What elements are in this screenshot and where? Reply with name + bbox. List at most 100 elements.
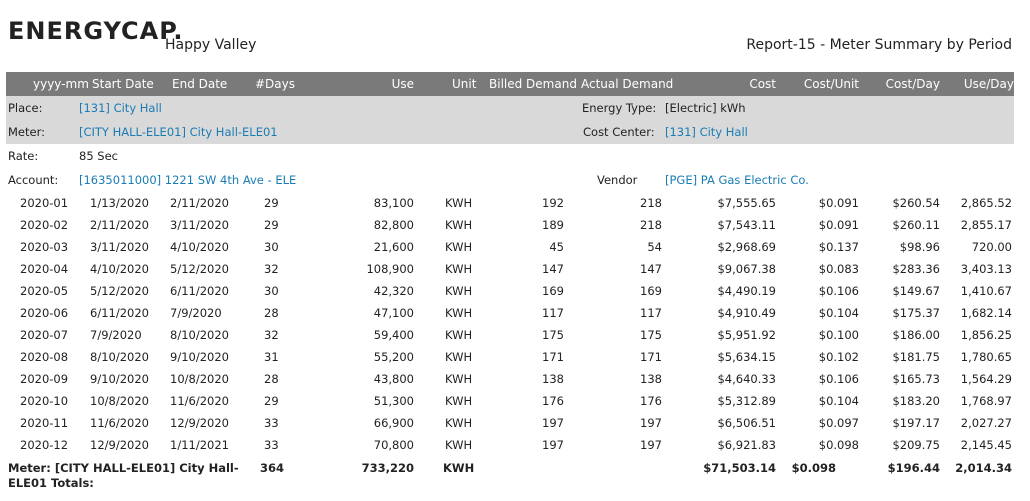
cell-use-day: 1,780.65 (960, 350, 1012, 364)
cell-end-date: 5/12/2020 (170, 262, 229, 276)
cell-use: 21,600 (373, 240, 414, 254)
cell-cost-unit: $0.098 (818, 438, 859, 452)
cell-days: 31 (264, 350, 279, 364)
cell-use-day: 1,410.67 (960, 284, 1012, 298)
cell-days: 32 (264, 328, 279, 342)
cell-cost: $4,640.33 (717, 372, 776, 386)
table-row: 2020-08 8/10/2020 9/10/2020 31 55,200 KWH 171 1… (6, 346, 1014, 368)
cell-cost-day: $149.67 (892, 284, 940, 298)
cell-use-day: 2,145.45 (960, 438, 1012, 452)
cell-use: 51,300 (373, 394, 414, 408)
table-row: 2020-03 3/11/2020 4/10/2020 30 21,600 KWH 45 54… (6, 236, 1014, 258)
cell-billed-demand: 171 (542, 350, 564, 364)
table-row: 2020-05 5/12/2020 6/11/2020 30 42,320 KWH 169 1… (6, 280, 1014, 302)
cell-use-day: 1,682.14 (960, 306, 1012, 320)
totals-row: Meter: [CITY HALL-ELE01] City Hall- ELE0… (6, 459, 1014, 495)
totals-cost: $71,503.14 (703, 461, 776, 475)
cell-unit: KWH (445, 284, 473, 298)
cell-days: 28 (264, 306, 279, 320)
cell-cost-day: $165.73 (892, 372, 940, 386)
cell-actual-demand: 171 (640, 350, 662, 364)
vendor-label: Vendor (597, 173, 638, 187)
rate-label: Rate: (8, 149, 39, 163)
cell-use: 47,100 (373, 306, 414, 320)
totals-use-day: 2,014.34 (955, 461, 1012, 475)
cell-cost-day: $98.96 (899, 240, 940, 254)
cell-cost-unit: $0.102 (818, 350, 859, 364)
cell-use: 59,400 (373, 328, 414, 342)
meter-link[interactable]: [CITY HALL-ELE01] City Hall-ELE01 (79, 125, 278, 139)
cell-start-date: 6/11/2020 (90, 306, 149, 320)
cell-days: 29 (264, 218, 279, 232)
table-row: 2020-12 12/9/2020 1/11/2021 33 70,800 KWH 197 1… (6, 434, 1014, 456)
cell-unit: KWH (445, 218, 473, 232)
cell-use: 82,800 (373, 218, 414, 232)
cell-period: 2020-04 (20, 262, 69, 276)
cell-unit: KWH (445, 372, 473, 386)
cell-unit: KWH (445, 240, 473, 254)
vendor-link[interactable]: [PGE] PA Gas Electric Co. (665, 173, 809, 187)
cell-days: 32 (264, 262, 279, 276)
cell-use-day: 720.00 (971, 240, 1012, 254)
cell-actual-demand: 197 (640, 438, 662, 452)
cell-period: 2020-01 (20, 196, 69, 210)
cell-start-date: 9/10/2020 (90, 372, 149, 386)
cell-cost: $5,312.89 (717, 394, 776, 408)
col-unit: Unit (452, 77, 477, 91)
account-link[interactable]: [1635011000] 1221 SW 4th Ave - ELE (79, 173, 296, 187)
table-row: 2020-09 9/10/2020 10/8/2020 28 43,800 KWH 138 1… (6, 368, 1014, 390)
organization-name: Happy Valley (165, 37, 257, 53)
cell-start-date: 8/10/2020 (90, 350, 149, 364)
cell-billed-demand: 117 (542, 306, 564, 320)
cell-use-day: 2,027.27 (960, 416, 1012, 430)
cell-start-date: 3/11/2020 (90, 240, 149, 254)
cell-billed-demand: 189 (542, 218, 564, 232)
cell-cost-unit: $0.097 (818, 416, 859, 430)
cell-days: 30 (264, 284, 279, 298)
cell-cost-day: $183.20 (892, 394, 940, 408)
cell-billed-demand: 176 (542, 394, 564, 408)
cell-days: 30 (264, 240, 279, 254)
cell-use-day: 2,865.52 (960, 196, 1012, 210)
cell-period: 2020-09 (20, 372, 69, 386)
table-row: 2020-01 1/13/2020 2/11/2020 29 83,100 KWH 192 2… (6, 192, 1014, 214)
cell-billed-demand: 169 (542, 284, 564, 298)
cell-use: 108,900 (366, 262, 414, 276)
cell-unit: KWH (445, 416, 473, 430)
cell-start-date: 7/9/2020 (90, 328, 142, 342)
cell-end-date: 1/11/2021 (170, 438, 229, 452)
table-row: 2020-07 7/9/2020 8/10/2020 32 59,400 KWH 175 17… (6, 324, 1014, 346)
account-label: Account: (8, 173, 59, 187)
meter-row: Meter: [CITY HALL-ELE01] City Hall-ELE01… (6, 120, 1014, 144)
col-days: #Days (255, 77, 296, 91)
cell-unit: KWH (445, 394, 473, 408)
cell-unit: KWH (445, 196, 473, 210)
cost-center-link[interactable]: [131] City Hall (665, 125, 748, 139)
table-row: 2020-06 6/11/2020 7/9/2020 28 47,100 KWH 117 11… (6, 302, 1014, 324)
totals-unit: KWH (443, 461, 475, 475)
cell-cost-unit: $0.100 (818, 328, 859, 342)
cell-end-date: 12/9/2020 (170, 416, 229, 430)
cell-cost: $7,543.11 (717, 218, 776, 232)
cell-actual-demand: 138 (640, 372, 662, 386)
cell-use-day: 2,855.17 (960, 218, 1012, 232)
totals-days: 364 (260, 461, 285, 475)
place-link[interactable]: [131] City Hall (79, 101, 162, 115)
cell-billed-demand: 147 (542, 262, 564, 276)
table-row: 2020-10 10/8/2020 11/6/2020 29 51,300 KWH 176 1… (6, 390, 1014, 412)
cell-cost-day: $260.11 (892, 218, 940, 232)
cell-use: 83,100 (373, 196, 414, 210)
cell-cost-day: $186.00 (892, 328, 940, 342)
col-actual-demand: Actual Demand (581, 77, 674, 91)
cell-end-date: 8/10/2020 (170, 328, 229, 342)
cell-use: 55,200 (373, 350, 414, 364)
totals-cost-day: $196.44 (887, 461, 940, 475)
cell-billed-demand: 45 (549, 240, 564, 254)
cell-period: 2020-10 (20, 394, 69, 408)
cell-actual-demand: 197 (640, 416, 662, 430)
cell-end-date: 10/8/2020 (170, 372, 229, 386)
totals-cost-unit: $0.098 (791, 461, 836, 475)
cell-unit: KWH (445, 350, 473, 364)
cell-billed-demand: 192 (542, 196, 564, 210)
table-row: 2020-11 11/6/2020 12/9/2020 33 66,900 KWH 197 1… (6, 412, 1014, 434)
